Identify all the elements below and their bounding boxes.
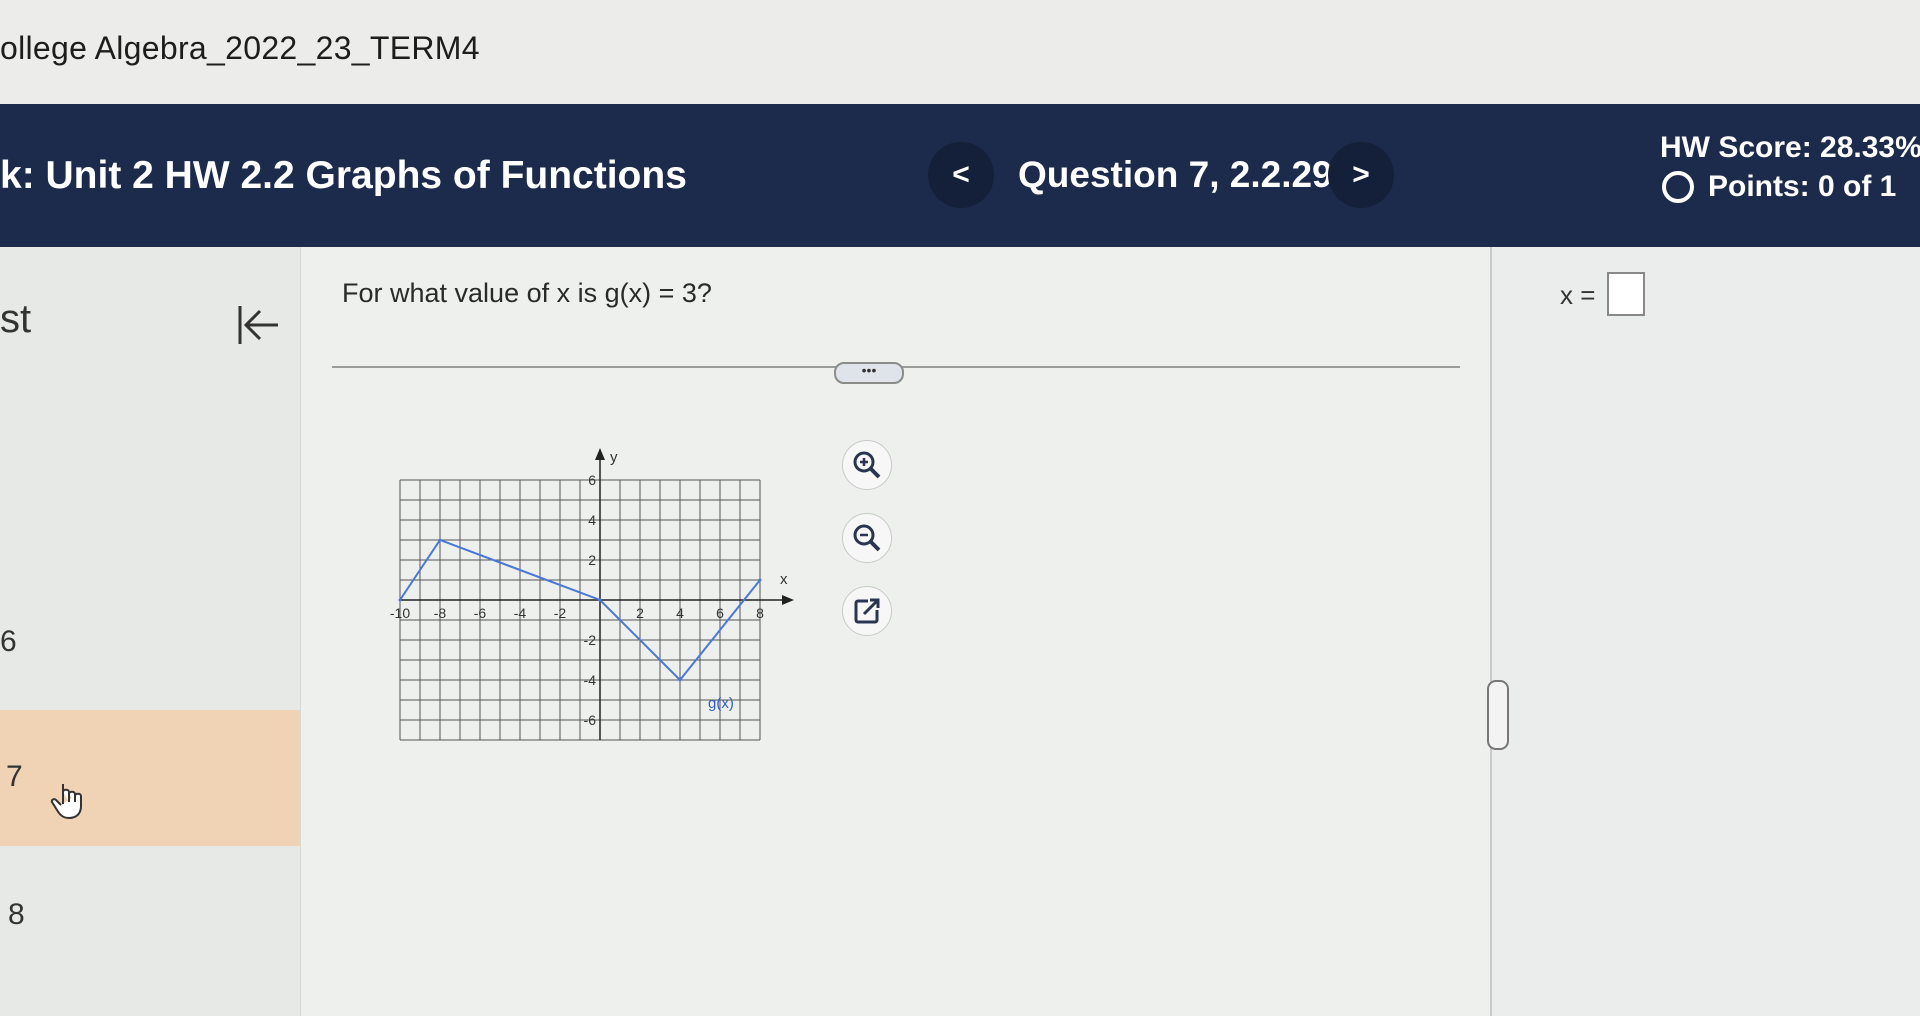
y-tick-label: 4	[588, 512, 596, 528]
question-label: Question 7, 2.2.29	[1018, 154, 1333, 195]
x-tick-label: -10	[390, 605, 410, 621]
x-axis-label: x	[780, 571, 788, 588]
sidebar-heading: st	[0, 297, 32, 341]
x-tick-label: 2	[636, 605, 644, 621]
popout-icon	[854, 598, 880, 624]
zoom-in-button[interactable]	[842, 440, 892, 490]
course-title: ollege Algebra_2022_23_TERM4	[0, 30, 480, 66]
answer-input[interactable]	[1607, 272, 1645, 316]
function-vertex	[438, 538, 442, 542]
x-tick-label: 6	[716, 605, 724, 621]
answer-panel	[1490, 247, 1920, 1016]
points-row: Points: 0 of 1	[1662, 170, 1896, 204]
x-axis-arrow	[782, 595, 794, 605]
x-tick-label: -6	[474, 605, 487, 621]
y-tick-label: -2	[584, 632, 597, 648]
zoom-out-button[interactable]	[842, 513, 892, 563]
more-options-button[interactable]: •••	[834, 362, 904, 384]
y-axis-arrow	[595, 448, 605, 460]
sidebar-item-7-selected[interactable]: 7	[0, 710, 330, 846]
y-tick-label: -4	[584, 672, 597, 688]
x-tick-label: 8	[756, 605, 764, 621]
x-tick-label: -2	[554, 605, 567, 621]
sidebar-item-6[interactable]: 6	[0, 625, 17, 659]
function-vertex	[758, 578, 762, 582]
function-label: g(x)	[708, 695, 734, 712]
next-question-button[interactable]: >	[1328, 142, 1394, 208]
previous-question-button[interactable]: <	[928, 142, 994, 208]
question-list-sidebar: st	[0, 247, 330, 1016]
hw-score: HW Score: 28.33%	[1660, 131, 1920, 164]
function-graph: x y -10 -8 -6 -4 -2 2 4 6 8 6 4 2 -2 -4 -6 g(x)	[390, 448, 794, 741]
sidebar-item-8[interactable]: 8	[8, 898, 25, 932]
hw-header: k: Unit 2 HW 2.2 Graphs of Functions < Q…	[0, 104, 1920, 247]
zoom-in-icon	[853, 451, 881, 479]
answer-prefix: x =	[1560, 280, 1596, 310]
x-tick-label: -4	[514, 605, 527, 621]
points-text: Points: 0 of 1	[1708, 170, 1897, 203]
collapse-sidebar-icon[interactable]	[232, 300, 282, 350]
x-tick-label: 4	[676, 605, 684, 621]
course-bar: ollege Algebra_2022_23_TERM4	[0, 0, 1920, 104]
zoom-out-icon	[853, 524, 881, 552]
y-axis-label: y	[610, 449, 618, 466]
panel-resize-handle[interactable]	[1487, 680, 1509, 750]
function-vertex	[598, 598, 602, 602]
points-status-icon	[1662, 171, 1694, 203]
y-tick-label: 6	[588, 472, 596, 488]
hand-pointer-icon	[50, 784, 82, 820]
y-tick-label: -6	[584, 712, 597, 728]
sidebar-item-7-label: 7	[6, 760, 23, 793]
homework-title: k: Unit 2 HW 2.2 Graphs of Functions	[0, 154, 687, 197]
popout-button[interactable]	[842, 586, 892, 636]
function-vertex	[678, 678, 682, 682]
y-tick-label: 2	[588, 552, 596, 568]
question-prompt: For what value of x is g(x) = 3?	[342, 278, 712, 308]
function-vertex	[398, 598, 402, 602]
x-tick-label: -8	[434, 605, 447, 621]
